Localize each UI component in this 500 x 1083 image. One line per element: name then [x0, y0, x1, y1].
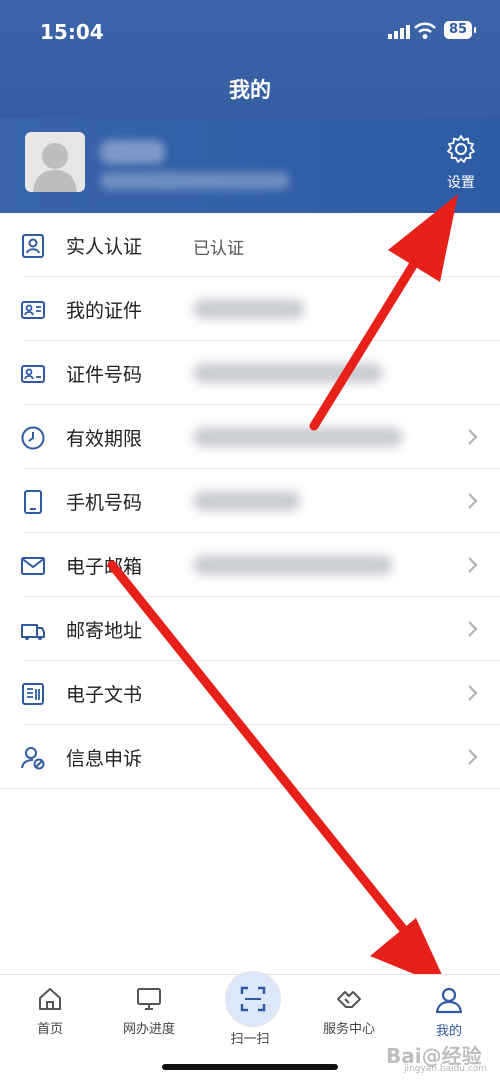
avatar[interactable]	[25, 132, 85, 192]
list-item-label: 实人认证	[66, 236, 143, 258]
header: 15:04 85 我的 设置	[0, 0, 500, 213]
list-item-value: 已认证	[193, 239, 244, 259]
document-icon	[22, 683, 44, 705]
profile-card[interactable]: 设置	[0, 118, 500, 213]
list-item-label: 证件号码	[66, 364, 143, 386]
redacted-value	[193, 555, 393, 575]
phone-icon	[24, 490, 42, 514]
list-item-e-documents[interactable]: 电子文书	[0, 661, 500, 725]
status-bar: 15:04 85	[0, 0, 500, 62]
scan-button[interactable]	[225, 971, 281, 1027]
tab-label: 扫一扫	[230, 1032, 270, 1047]
certificate-icon	[21, 301, 45, 319]
clock-icon	[21, 426, 45, 450]
redacted-value	[193, 363, 383, 383]
list-item-email[interactable]: 电子邮箱	[0, 533, 500, 597]
list-item-phone-number[interactable]: 手机号码	[0, 469, 500, 533]
tab-label: 我的	[435, 1024, 462, 1039]
scan-icon	[240, 986, 266, 1012]
user-appeal-icon	[21, 747, 45, 770]
list-item-my-certificate[interactable]: 我的证件	[0, 277, 500, 341]
chevron-right-icon	[468, 493, 478, 509]
chevron-right-icon	[468, 429, 478, 445]
tab-progress[interactable]: 网办进度	[104, 985, 194, 1037]
id-card-icon	[22, 234, 44, 258]
tab-label: 网办进度	[122, 1022, 175, 1037]
list-item-mailing-address[interactable]: 邮寄地址	[0, 597, 500, 661]
tab-label: 首页	[36, 1022, 63, 1037]
chevron-right-icon	[468, 557, 478, 573]
gear-icon	[446, 135, 476, 168]
list-item-id-number[interactable]: 证件号码	[0, 341, 500, 405]
list-item-label: 电子邮箱	[66, 556, 143, 578]
settings-button[interactable]: 设置	[436, 134, 486, 192]
list-item-label: 手机号码	[66, 492, 143, 514]
monitor-icon	[137, 988, 161, 1010]
wifi-icon	[414, 22, 436, 44]
profile-info-list: 实人认证 已认证 我的证件 证件号码 有效期限 手机号码 电子邮箱 邮寄地址 电…	[0, 213, 500, 789]
redacted-value	[193, 491, 301, 511]
signal-icon	[388, 24, 410, 43]
list-item-label: 我的证件	[66, 300, 143, 322]
tab-home[interactable]: 首页	[5, 985, 95, 1037]
chevron-right-icon	[468, 685, 478, 701]
divider	[0, 788, 500, 789]
page-title: 我的	[229, 78, 271, 102]
list-item-label: 信息申诉	[66, 748, 143, 770]
list-item-real-name-auth[interactable]: 实人认证 已认证	[0, 213, 500, 277]
tab-scan[interactable]: 扫一扫	[205, 971, 295, 1047]
status-time: 15:04	[40, 20, 104, 44]
list-item-label: 有效期限	[66, 428, 143, 450]
tab-label: 服务中心	[322, 1022, 375, 1037]
id-number-icon	[21, 365, 45, 383]
redacted-value	[193, 427, 403, 447]
tab-service-center[interactable]: 服务中心	[304, 985, 394, 1037]
user-info-redacted	[100, 172, 290, 190]
mail-icon	[21, 557, 45, 575]
settings-label: 设置	[447, 175, 475, 191]
user-icon	[435, 987, 463, 1014]
home-indicator	[162, 1064, 338, 1070]
chevron-right-icon	[468, 749, 478, 765]
battery-indicator: 85	[444, 21, 476, 39]
user-name-redacted	[100, 140, 165, 164]
home-icon	[39, 988, 61, 1010]
truck-icon	[21, 624, 45, 640]
list-item-label: 电子文书	[66, 684, 143, 706]
list-item-info-appeal[interactable]: 信息申诉	[0, 725, 500, 789]
redacted-value	[193, 299, 305, 319]
list-item-validity-period[interactable]: 有效期限	[0, 405, 500, 469]
watermark-url: jingyan.baidu.com	[404, 1064, 488, 1074]
handshake-icon	[337, 991, 361, 1008]
tab-mine[interactable]: 我的	[404, 985, 494, 1039]
chevron-right-icon	[468, 621, 478, 637]
list-item-label: 邮寄地址	[66, 620, 143, 642]
